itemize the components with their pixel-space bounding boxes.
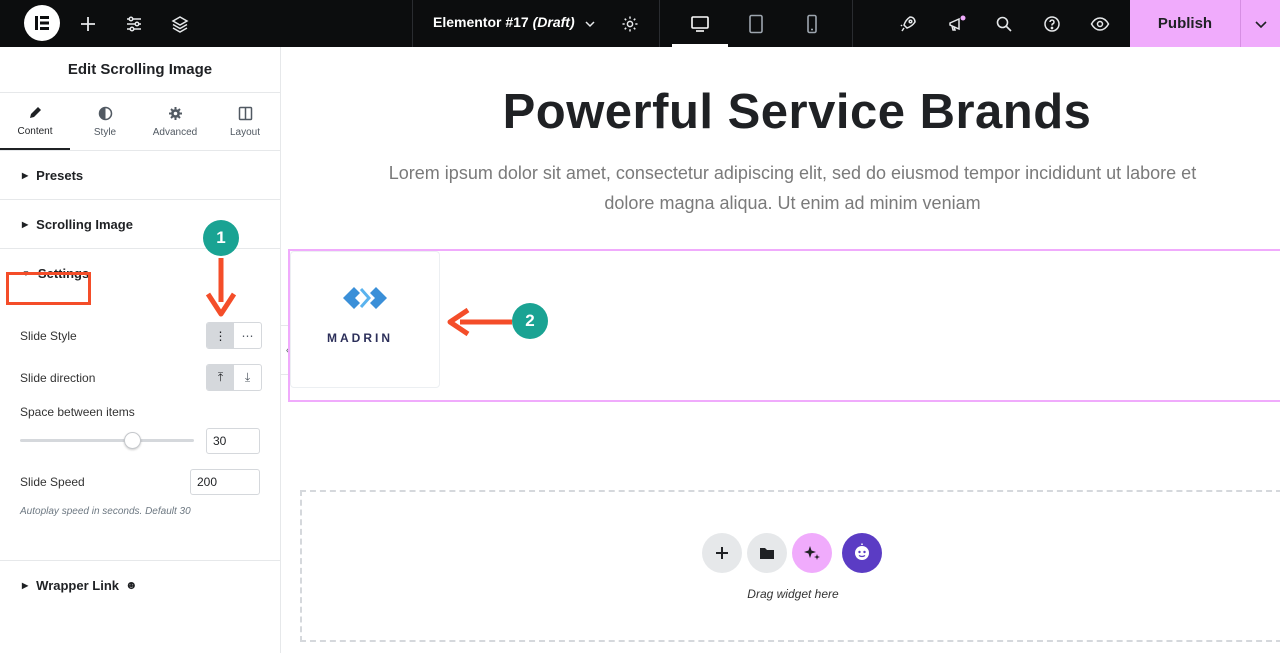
publish-button[interactable]: Publish xyxy=(1130,0,1240,47)
annotation-highlight-box xyxy=(6,272,91,305)
chevron-down-icon xyxy=(1254,20,1267,28)
drag-widget-label: Drag widget here xyxy=(747,587,839,601)
madrin-logo-text: MADRIN xyxy=(327,331,393,345)
pro-badge-icon: ☻ xyxy=(125,578,138,592)
slide-speed-help: Autoplay speed in seconds. Default 30 xyxy=(20,506,191,517)
slide-speed-label: Slide Speed xyxy=(20,475,85,489)
plus-icon xyxy=(716,547,728,559)
rocket-icon[interactable] xyxy=(896,12,920,36)
folder-icon xyxy=(760,548,774,559)
panel-tabs: Content Style Advanced Layout xyxy=(0,93,280,151)
tab-advanced[interactable]: Advanced xyxy=(140,93,210,150)
ai-assistant-button[interactable] xyxy=(842,533,882,573)
document-title[interactable]: Elementor #17 (Draft) xyxy=(433,14,575,30)
caret-right-icon: ▶ xyxy=(22,580,29,590)
help-icon[interactable] xyxy=(1040,12,1064,36)
half-circle-icon xyxy=(98,106,112,120)
space-between-input[interactable]: 30 xyxy=(206,428,260,454)
gear-icon xyxy=(168,106,182,120)
space-between-label: Space between items xyxy=(20,405,135,419)
slide-style-vertical-option[interactable]: ⋮ xyxy=(207,323,234,348)
document-status: (Draft) xyxy=(532,14,575,30)
annotation-arrow-left-icon xyxy=(447,307,512,337)
chevron-down-icon[interactable] xyxy=(578,12,602,36)
annotation-badge-2: 2 xyxy=(512,303,548,339)
slide-style-horizontal-option[interactable]: ⋯ xyxy=(234,323,261,348)
columns-icon xyxy=(238,106,252,120)
document-name: Elementor #17 xyxy=(433,14,529,30)
page-settings-gear-icon[interactable] xyxy=(618,12,642,36)
space-slider-track[interactable] xyxy=(20,439,194,442)
sparkle-icon xyxy=(804,546,820,560)
slide-speed-input[interactable]: 200 xyxy=(190,469,260,495)
slide-style-choice: ⋮ ⋯ xyxy=(206,322,262,349)
page-heading: Powerful Service Brands xyxy=(502,85,1092,139)
top-bar: Elementor #17 (Draft) Publish xyxy=(0,0,1280,47)
annotation-badge-1: 1 xyxy=(203,220,239,256)
site-settings-icon[interactable] xyxy=(122,12,146,36)
tab-content[interactable]: Content xyxy=(0,93,70,150)
mobile-icon[interactable] xyxy=(800,12,824,36)
tab-layout[interactable]: Layout xyxy=(210,93,280,150)
caret-right-icon: ▶ xyxy=(22,170,29,180)
page-paragraph: Lorem ipsum dolor sit amet, consectetur … xyxy=(388,163,1197,213)
desktop-icon xyxy=(688,12,712,36)
slide-direction-label: Slide direction xyxy=(20,371,96,385)
arrow-up-bar-icon[interactable]: ⤒ xyxy=(207,365,234,390)
slide-direction-choice: ⤒ ⤓ xyxy=(206,364,262,391)
space-slider-thumb[interactable] xyxy=(124,432,141,449)
add-template-button[interactable] xyxy=(747,533,787,573)
preview-eye-icon[interactable] xyxy=(1088,12,1112,36)
empty-drop-zone[interactable] xyxy=(300,490,1280,642)
panel-title: Edit Scrolling Image xyxy=(0,47,280,93)
logo-card[interactable] xyxy=(290,251,440,388)
add-element-icon[interactable] xyxy=(76,12,100,36)
tab-style[interactable]: Style xyxy=(70,93,140,150)
notifications-megaphone-icon[interactable] xyxy=(945,12,969,36)
ai-generate-button[interactable] xyxy=(792,533,832,573)
section-wrapper-link[interactable]: ▶ Wrapper Link ☻ xyxy=(0,560,280,609)
pencil-icon xyxy=(29,106,41,118)
tablet-icon[interactable] xyxy=(744,12,768,36)
add-section-button[interactable] xyxy=(702,533,742,573)
publish-options-button[interactable] xyxy=(1240,0,1280,47)
section-presets[interactable]: ▶ Presets xyxy=(0,151,280,200)
madrin-logo-icon xyxy=(343,287,387,309)
annotation-arrow-down-icon xyxy=(205,258,237,317)
elementor-logo-icon[interactable] xyxy=(24,5,60,41)
structure-layers-icon[interactable] xyxy=(168,12,192,36)
slide-style-label: Slide Style xyxy=(20,329,77,343)
editor-panel: Edit Scrolling Image Content Style Advan… xyxy=(0,47,281,653)
arrow-down-bar-icon[interactable]: ⤓ xyxy=(234,365,261,390)
search-icon[interactable] xyxy=(992,12,1016,36)
ai-assistant-icon xyxy=(855,543,869,560)
caret-right-icon: ▶ xyxy=(22,219,29,229)
